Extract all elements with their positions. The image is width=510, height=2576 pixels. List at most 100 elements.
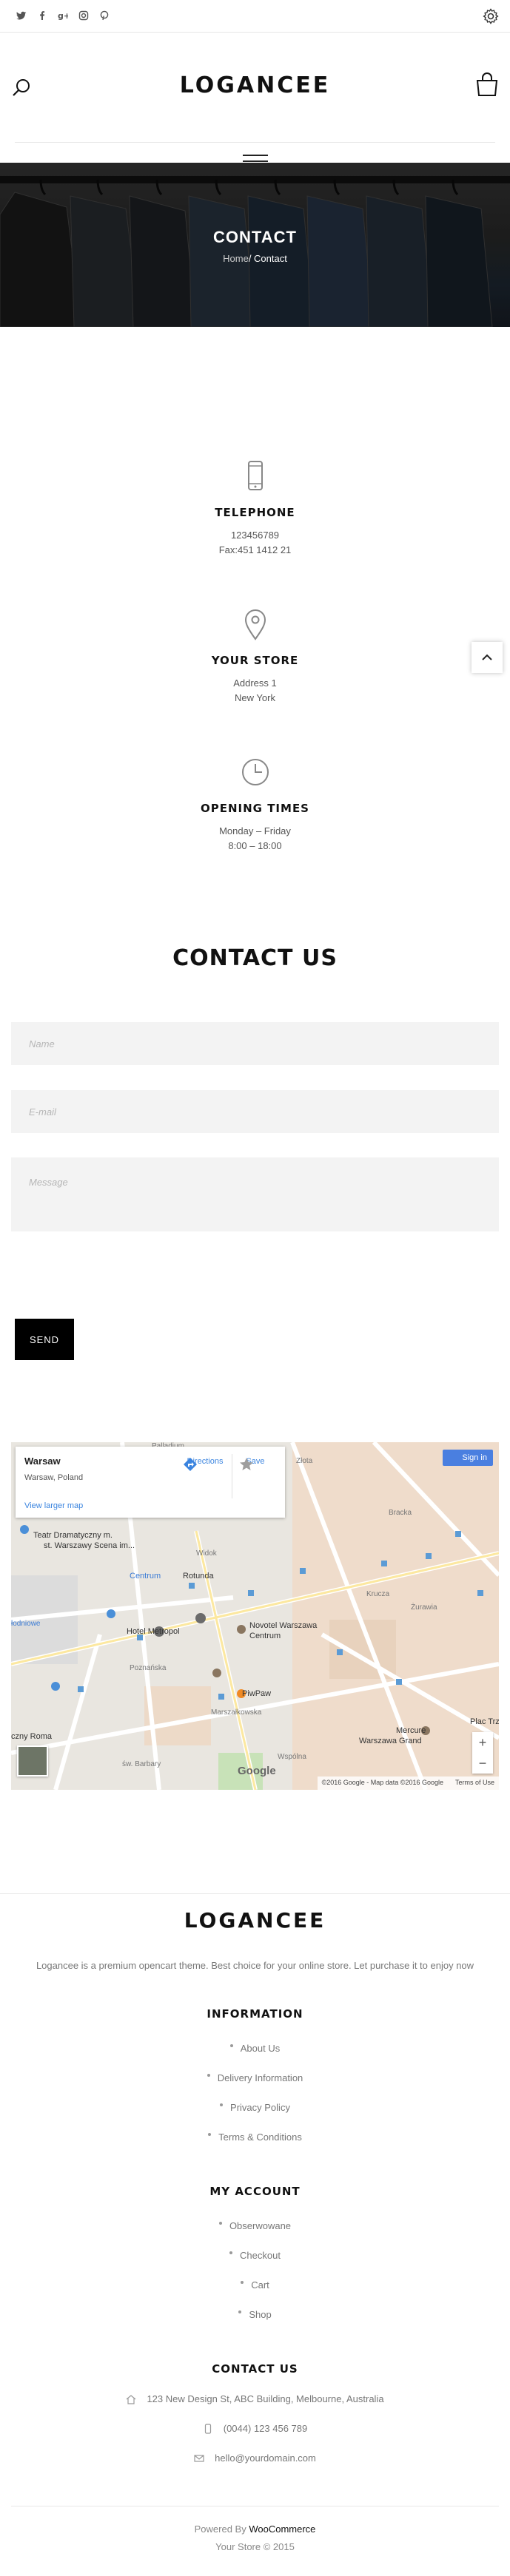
store-title: YOUR STORE bbox=[211, 654, 299, 667]
map-info-card: Warsaw Warsaw, Poland View larger map Di… bbox=[16, 1447, 285, 1518]
map-attribution: ©2016 Google - Map data ©2016 Google Ter… bbox=[317, 1777, 499, 1790]
footer-link-terms[interactable]: Terms & Conditions bbox=[0, 2132, 510, 2143]
hours-block: OPENING TIMES Monday – Friday 8:00 – 18:… bbox=[0, 756, 510, 853]
map-label-barbary: św. Barbary bbox=[122, 1760, 161, 1768]
instagram-icon[interactable] bbox=[78, 10, 89, 21]
telephone-number: 123456789 bbox=[230, 530, 280, 541]
hours-days: Monday – Friday bbox=[219, 825, 291, 836]
breadcrumb-home[interactable]: Home bbox=[223, 253, 249, 264]
breadcrumb: Home/ Contact bbox=[0, 253, 510, 264]
map-label-plac: Plac Trze bbox=[470, 1717, 499, 1726]
page-banner: CONTACT Home/ Contact bbox=[0, 163, 510, 327]
map-label-poznanska: Poznańska bbox=[130, 1664, 167, 1672]
map-label-zurawia: Żurawia bbox=[411, 1603, 437, 1612]
save-button[interactable]: Save bbox=[239, 1457, 272, 1470]
woocommerce-link[interactable]: WooCommerce bbox=[249, 2523, 315, 2535]
map-label-teatr: Teatr Dramatyczny m. bbox=[33, 1531, 113, 1540]
copyright: Your Store © 2015 bbox=[215, 2541, 295, 2552]
map-label-metropol: Hotel Metropol bbox=[127, 1627, 180, 1636]
map-label-centrum: Centrum bbox=[130, 1572, 161, 1581]
zoom-in-button[interactable]: + bbox=[472, 1732, 493, 1753]
map-label-mercure2: Warszawa Grand bbox=[359, 1737, 422, 1745]
footer-contact-heading: CONTACT US bbox=[212, 2362, 298, 2376]
contact-form-title: CONTACT US bbox=[172, 945, 338, 971]
google-map[interactable]: Teatr Dramatyczny m. st. Warszawy Scena … bbox=[11, 1442, 499, 1790]
zoom-out-button[interactable]: − bbox=[472, 1753, 493, 1774]
footer-link-privacy[interactable]: Privacy Policy bbox=[0, 2102, 510, 2113]
name-field[interactable] bbox=[11, 1022, 499, 1065]
map-sign-in-button[interactable]: Sign in bbox=[443, 1450, 493, 1466]
map-label-badiwie: łodniowe bbox=[11, 1620, 41, 1628]
view-larger-map-link[interactable]: View larger map bbox=[24, 1501, 83, 1510]
map-terms-link[interactable]: Terms of Use bbox=[455, 1779, 494, 1788]
footer-link-shop[interactable]: Shop bbox=[0, 2309, 510, 2320]
map-place-name: Warsaw bbox=[24, 1456, 61, 1467]
email-field[interactable] bbox=[11, 1090, 499, 1133]
social-links: g+ bbox=[16, 10, 110, 21]
footer-tagline: Logancee is a premium opencart theme. Be… bbox=[36, 1960, 474, 1971]
map-label-teatr2: st. Warszawy Scena im... bbox=[44, 1541, 135, 1550]
google-plus-icon[interactable]: g+ bbox=[58, 10, 70, 21]
satellite-view-toggle[interactable] bbox=[17, 1745, 48, 1777]
shopping-bag-icon[interactable] bbox=[474, 71, 500, 98]
map-label-widok: Widok bbox=[196, 1549, 217, 1558]
map-pin-icon bbox=[244, 609, 266, 640]
map-zoom-control: + − bbox=[472, 1732, 493, 1774]
store-block: YOUR STORE Address 1 New York bbox=[0, 608, 510, 706]
header-divider bbox=[15, 142, 495, 143]
breadcrumb-separator: / bbox=[248, 253, 255, 264]
footer-logo[interactable]: LOGANCEE bbox=[0, 1908, 510, 1933]
pinterest-icon[interactable] bbox=[99, 10, 110, 21]
store-address-line1: Address 1 bbox=[233, 677, 277, 689]
map-data-credit: ©2016 Google - Map data ©2016 Google bbox=[321, 1779, 443, 1786]
map-place-address: Warsaw, Poland bbox=[24, 1473, 84, 1482]
map-label-mercure: Mercure bbox=[396, 1726, 426, 1735]
star-icon bbox=[240, 1458, 253, 1470]
map-label-krucza: Krucza bbox=[366, 1590, 390, 1598]
footer-phone: (0044) 123 456 789 bbox=[0, 2423, 510, 2434]
powered-by-prefix: Powered By bbox=[194, 2523, 246, 2535]
chevron-up-icon bbox=[482, 654, 492, 660]
google-logo: Google bbox=[238, 1765, 276, 1777]
account-heading: MY ACCOUNT bbox=[209, 2185, 301, 2198]
send-button[interactable]: SEND bbox=[15, 1319, 74, 1360]
clock-icon bbox=[241, 759, 269, 785]
footer-link-checkout[interactable]: Checkout bbox=[0, 2250, 510, 2261]
message-field[interactable] bbox=[11, 1157, 499, 1231]
footer-divider bbox=[0, 1893, 510, 1894]
hours-title: OPENING TIMES bbox=[200, 802, 309, 815]
page-title: CONTACT bbox=[213, 228, 297, 246]
directions-button[interactable]: Directions bbox=[183, 1457, 227, 1471]
footer-link-delivery[interactable]: Delivery Information bbox=[0, 2072, 510, 2083]
map-label-rotunda: Rotunda bbox=[183, 1572, 214, 1581]
footer-link-obserwowane[interactable]: Obserwowane bbox=[0, 2220, 510, 2231]
settings-gear-icon[interactable] bbox=[482, 7, 500, 25]
footer-address: 123 New Design St, ABC Building, Melbour… bbox=[0, 2393, 510, 2404]
breadcrumb-current: Contact bbox=[254, 253, 287, 264]
footer-link-about[interactable]: About Us bbox=[0, 2043, 510, 2054]
home-icon bbox=[127, 2395, 136, 2404]
footer-email[interactable]: hello@yourdomain.com bbox=[0, 2452, 510, 2464]
telephone-block: TELEPHONE 123456789 Fax:451 1412 21 bbox=[0, 460, 510, 558]
phone-icon bbox=[204, 2424, 211, 2434]
site-header: LOGANCEE bbox=[0, 33, 510, 168]
map-label-novotel2: Centrum bbox=[249, 1632, 281, 1640]
map-label-roma: czny Roma bbox=[11, 1732, 53, 1741]
site-logo[interactable]: LOGANCEE bbox=[0, 72, 510, 98]
map-label-wspolna: Wspólna bbox=[278, 1753, 306, 1761]
telephone-title: TELEPHONE bbox=[215, 506, 295, 519]
map-label-bracka: Bracka bbox=[389, 1509, 412, 1517]
scroll-to-top-button[interactable] bbox=[472, 642, 503, 673]
footer-link-cart[interactable]: Cart bbox=[0, 2279, 510, 2291]
map-label-piwpaw: PiwPaw bbox=[242, 1689, 272, 1698]
powered-by: Powered By WooCommerce bbox=[0, 2523, 510, 2535]
twitter-icon[interactable] bbox=[16, 10, 27, 21]
svg-text:g+: g+ bbox=[58, 11, 68, 21]
mobile-phone-icon bbox=[247, 461, 263, 490]
map-label-marszalkowska: Marszałkowska bbox=[211, 1708, 262, 1717]
facebook-icon[interactable] bbox=[37, 10, 47, 21]
fax-number: Fax:451 1412 21 bbox=[218, 544, 292, 555]
map-label-novotel: Novotel Warszawa bbox=[249, 1621, 318, 1630]
top-bar: g+ bbox=[0, 0, 510, 33]
information-heading: INFORMATION bbox=[207, 2007, 303, 2021]
